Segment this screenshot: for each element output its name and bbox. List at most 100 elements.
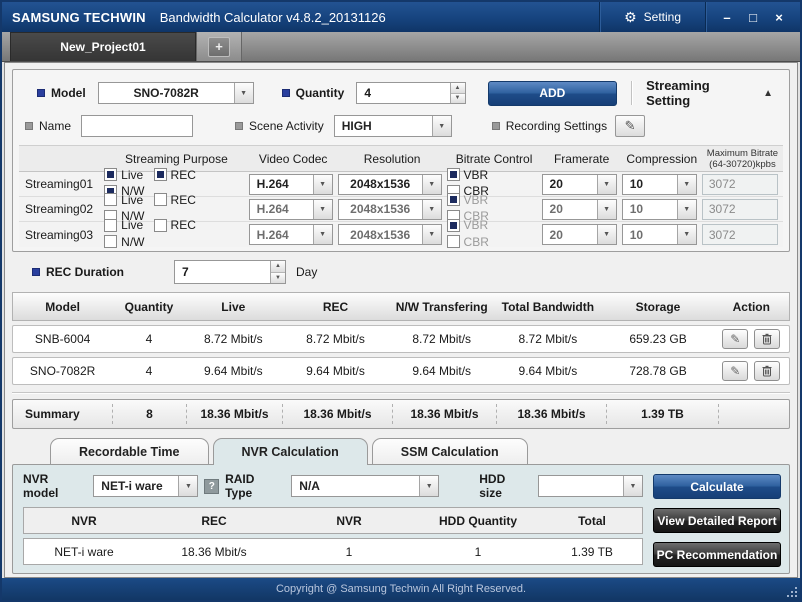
resolution-dropdown[interactable]: 2048x1536▼ [338, 224, 442, 245]
streaming-setting-toggle[interactable]: Streaming Setting ▲ [617, 78, 783, 108]
cbr-checkbox[interactable] [447, 235, 460, 248]
compression-dropdown[interactable]: 10▼ [622, 174, 697, 195]
add-project-button[interactable]: + [208, 37, 230, 57]
delete-button[interactable] [754, 361, 780, 381]
spinner-down-icon[interactable]: ▼ [271, 273, 285, 284]
rec-duration-unit: Day [296, 265, 317, 279]
hdd-size-value [539, 476, 623, 496]
spinner-up-icon[interactable]: ▲ [451, 83, 465, 94]
resize-grip-icon[interactable] [786, 586, 798, 598]
vbr-label: VBR [464, 218, 489, 232]
rec-duration-stepper[interactable]: 7 ▲ ▼ [174, 260, 286, 284]
compression-dropdown[interactable]: 10▼ [622, 224, 697, 245]
maximize-button[interactable]: □ [742, 7, 764, 27]
name-field[interactable] [81, 115, 193, 137]
chevron-down-icon: ▼ [597, 175, 616, 194]
codec-dropdown[interactable]: H.264▼ [249, 224, 333, 245]
main-content: Model SNO-7082R ▼ Quantity 4 ▲ ▼ ADD [4, 62, 798, 578]
vbr-checkbox[interactable] [447, 219, 460, 232]
nw-checkbox[interactable] [104, 235, 117, 248]
rec-checkbox[interactable] [154, 193, 167, 206]
streaming-setting-label: Streaming Setting [646, 78, 753, 108]
recording-settings-label: Recording Settings [506, 119, 607, 133]
cell-nw: 9.64 Mbit/s [390, 364, 493, 378]
nvr-table-header: NVR REC NVR HDD Quantity Total [23, 507, 643, 534]
minimize-button[interactable]: – [716, 7, 738, 27]
add-button[interactable]: ADD [488, 81, 618, 106]
vbr-checkbox[interactable] [447, 193, 460, 206]
col-rec: REC [281, 300, 390, 314]
quantity-stepper[interactable]: 4 ▲ ▼ [356, 82, 465, 104]
col-live: Live [186, 300, 281, 314]
codec-dropdown[interactable]: H.264▼ [249, 174, 333, 195]
spinner-down-icon[interactable]: ▼ [451, 94, 465, 104]
model-dropdown[interactable]: SNO-7082R ▼ [98, 82, 254, 104]
resolution-dropdown[interactable]: 2048x1536▼ [338, 174, 442, 195]
tab-recordable-time[interactable]: Recordable Time [50, 438, 209, 464]
cell-live: 9.64 Mbit/s [186, 364, 281, 378]
chevron-down-icon: ▼ [677, 225, 696, 244]
vbr-checkbox[interactable] [447, 168, 460, 181]
pencil-icon: ✎ [730, 364, 740, 378]
cell-live: 8.72 Mbit/s [186, 332, 281, 346]
chevron-down-icon: ▼ [422, 225, 441, 244]
resolution-dropdown[interactable]: 2048x1536▼ [338, 199, 442, 220]
project-tab-label: New_Project01 [60, 40, 145, 54]
compression-dropdown[interactable]: 10▼ [622, 199, 697, 220]
project-tab[interactable]: New_Project01 [10, 32, 196, 61]
streaming-row-label: Streaming03 [19, 228, 104, 242]
scene-activity-dropdown[interactable]: HIGH ▼ [334, 115, 452, 137]
live-checkbox[interactable] [104, 168, 117, 181]
view-detailed-report-button[interactable]: View Detailed Report [653, 508, 781, 533]
close-button[interactable]: × [768, 7, 790, 27]
col-model: Model [13, 300, 112, 314]
framerate-dropdown[interactable]: 20▼ [542, 174, 617, 195]
edit-button[interactable]: ✎ [722, 329, 748, 349]
spinner-up-icon[interactable]: ▲ [271, 261, 285, 273]
col-resolution: Resolution [338, 152, 447, 166]
bullet-icon [32, 268, 40, 276]
delete-button[interactable] [754, 329, 780, 349]
titlebar-right: ⚙ Setting – □ × [599, 2, 800, 32]
summary-label: Summary [13, 404, 113, 424]
col-video-codec: Video Codec [249, 152, 338, 166]
question-icon: ? [209, 481, 215, 492]
nvr-controls-row: NVR model NET-i ware ▼ ? RAID Type N/A ▼… [23, 473, 643, 499]
framerate-dropdown[interactable]: 20▼ [542, 199, 617, 220]
rec-duration-value: 7 [175, 261, 270, 283]
live-checkbox[interactable] [104, 219, 117, 232]
scene-activity-value: HIGH [335, 116, 432, 136]
help-button[interactable]: ? [204, 479, 219, 494]
col-quantity: Quantity [112, 300, 185, 314]
calculate-button[interactable]: Calculate [653, 474, 781, 499]
max-bitrate-field: 3072 [702, 199, 778, 220]
nvr-model-dropdown[interactable]: NET-i ware ▼ [93, 475, 198, 497]
cell-rec: 9.64 Mbit/s [281, 364, 390, 378]
raid-type-dropdown[interactable]: N/A ▼ [291, 475, 439, 497]
cell-nw: 8.72 Mbit/s [390, 332, 493, 346]
cell-total: 9.64 Mbit/s [493, 364, 602, 378]
framerate-dropdown[interactable]: 20▼ [542, 224, 617, 245]
setting-button[interactable]: ⚙ Setting [600, 2, 705, 32]
chevron-down-icon: ▼ [313, 225, 332, 244]
model-value: SNO-7082R [99, 83, 234, 103]
cell-quantity: 4 [112, 332, 185, 346]
codec-dropdown[interactable]: H.264▼ [249, 199, 333, 220]
hdd-size-dropdown[interactable]: ▼ [538, 475, 643, 497]
table-row: NET-i ware 18.36 Mbit/s 1 1 1.39 TB [23, 538, 643, 565]
recording-settings-button[interactable]: ✎ [615, 115, 645, 137]
divider [12, 392, 790, 394]
raid-type-label: RAID Type [225, 472, 283, 500]
collapse-arrow-icon: ▲ [763, 88, 773, 99]
live-checkbox[interactable] [104, 193, 117, 206]
rec-checkbox[interactable] [154, 219, 167, 232]
codec-value: H.264 [250, 225, 313, 244]
edit-button[interactable]: ✎ [722, 361, 748, 381]
divider [631, 81, 632, 105]
rec-checkbox[interactable] [154, 168, 167, 181]
pc-recommendation-button[interactable]: PC Recommendation [653, 542, 781, 567]
tab-nvr-calculation[interactable]: NVR Calculation [213, 438, 368, 465]
tab-ssm-calculation[interactable]: SSM Calculation [372, 438, 528, 464]
bullet-icon [492, 122, 500, 130]
copyright-text: Copyright @ Samsung Techwin All Right Re… [276, 583, 526, 595]
